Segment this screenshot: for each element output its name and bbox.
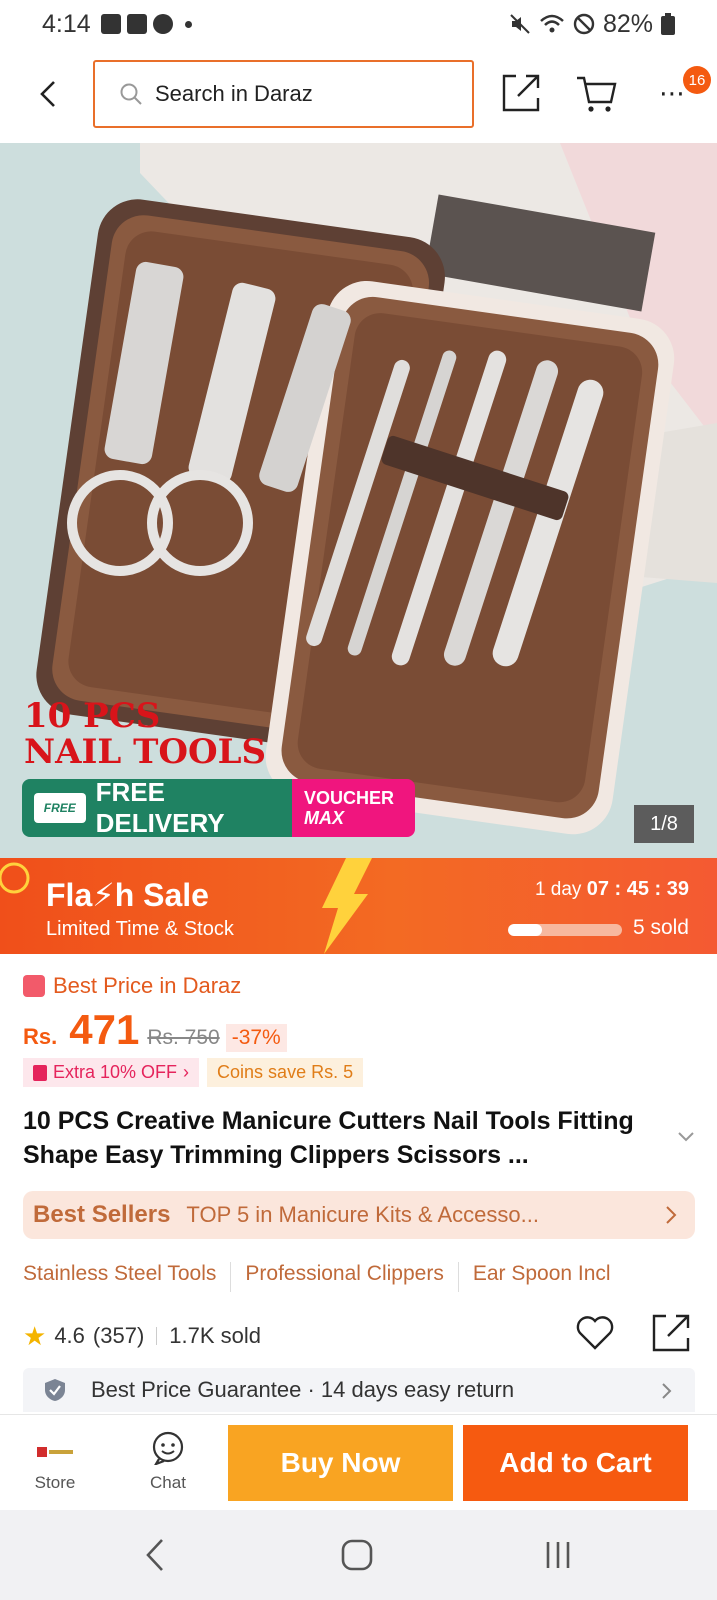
- price-currency: Rs.: [23, 1024, 58, 1049]
- share-icon[interactable]: [498, 70, 544, 116]
- guarantee-row[interactable]: Best Price Guarantee · 14 days easy retu…: [23, 1368, 695, 1412]
- chat-label: Chat: [150, 1473, 186, 1492]
- wifi-icon: [540, 14, 564, 33]
- voucher-max-badge: VOUCHER MAX: [292, 779, 415, 837]
- rating-count: (357): [92, 1323, 145, 1348]
- chevron-down-icon[interactable]: [676, 1130, 696, 1144]
- feature-tag[interactable]: Stainless Steel Tools: [23, 1262, 232, 1292]
- rating-score: 4.6: [54, 1323, 85, 1348]
- status-bar: 4:14 82%: [0, 0, 717, 48]
- extra-off-chip[interactable]: Extra 10% OFF ›: [23, 1058, 200, 1087]
- discount-badge: -37%: [225, 1024, 287, 1052]
- chevron-right-icon: [666, 1206, 677, 1224]
- best-price-tag: Best Price in Daraz: [23, 973, 241, 999]
- countdown-time: 07 : 45 : 39: [586, 878, 689, 900]
- divider: [156, 1327, 158, 1345]
- delivery-truck-icon: FREE: [34, 793, 86, 823]
- action-bar: Store Chat Buy Now Add to Cart: [0, 1414, 717, 1510]
- dnd-icon: [573, 13, 595, 35]
- voucher-icon: [33, 1064, 47, 1081]
- search-icon: [120, 83, 142, 105]
- wishlist-heart-icon[interactable]: [574, 1312, 616, 1354]
- caption-line-2: NAIL TOOLS: [24, 732, 267, 772]
- header: Search in Daraz ⋯ 16: [0, 48, 717, 140]
- best-sellers-rank: TOP 5 in Manicure Kits & Accesso...: [186, 1202, 539, 1227]
- store-button[interactable]: Store: [20, 1423, 90, 1503]
- sold-progress-fill: [508, 924, 543, 936]
- star-icon: ★: [23, 1320, 47, 1351]
- feature-tags: Stainless Steel Tools Professional Clipp…: [23, 1262, 695, 1292]
- free-delivery-label: FREE DELIVERY: [95, 779, 225, 837]
- image-counter: 1/8: [634, 805, 694, 843]
- cart-badge: 16: [683, 66, 711, 94]
- system-nav-bar: [0, 1510, 717, 1600]
- countdown-days: 1 day: [534, 879, 582, 900]
- buy-now-button[interactable]: Buy Now: [228, 1425, 453, 1501]
- alarm-clock-icon: [0, 862, 30, 894]
- gallery-icon: [100, 14, 121, 34]
- nav-home-icon[interactable]: [338, 1536, 378, 1574]
- snapchat-icon: [152, 14, 173, 34]
- free-delivery-banner: FREE FREE DELIVERY VOUCHER MAX: [22, 779, 415, 837]
- search-input[interactable]: Search in Daraz: [93, 60, 474, 128]
- extra-off-label: Extra 10% OFF: [53, 1062, 178, 1082]
- search-placeholder: Search in Daraz: [155, 81, 313, 106]
- flash-sale-title: Fla⚡h Sale: [46, 877, 209, 913]
- nav-recent-apps-icon[interactable]: [540, 1536, 580, 1574]
- screen: 4:14 82% Search in Daraz ⋯ 16 10 PCS NAI…: [0, 0, 717, 1600]
- voucher-max-label: MAX: [304, 808, 344, 828]
- battery-text: 82%: [602, 9, 653, 38]
- back-arrow-icon[interactable]: [30, 74, 70, 114]
- mute-icon: [510, 14, 530, 34]
- flash-sale-banner[interactable]: Fla⚡h Sale Limited Time & Stock 1 day 07…: [0, 858, 717, 954]
- flash-sale-countdown: 1 day 07 : 45 : 39: [535, 878, 689, 901]
- price-row: Rs. 471 Rs. 750 -37%: [23, 1006, 287, 1054]
- sold-progress-bar: [508, 924, 622, 936]
- share-icon[interactable]: [650, 1312, 692, 1354]
- original-price: Rs. 750: [147, 1026, 220, 1049]
- product-image-carousel[interactable]: 10 PCS NAIL TOOLS FREE FREE DELIVERY VOU…: [0, 143, 717, 858]
- flash-sale-subtitle: Limited Time & Stock: [46, 918, 234, 940]
- caption-line-1: 10 PCS: [24, 696, 161, 736]
- product-title: 10 PCS Creative Manicure Cutters Nail To…: [23, 1107, 634, 1169]
- chevron-right-icon: [662, 1383, 672, 1399]
- voucher-label: VOUCHER: [304, 788, 395, 808]
- battery-icon: [661, 13, 675, 35]
- status-time: 4:14: [42, 9, 91, 38]
- store-logo-icon: [37, 1447, 73, 1457]
- best-price-icon: [23, 975, 45, 997]
- best-sellers-banner[interactable]: Best Sellers TOP 5 in Manicure Kits & Ac…: [23, 1191, 695, 1239]
- feature-tag[interactable]: Professional Clippers: [245, 1262, 459, 1292]
- best-sellers-label: Best Sellers: [33, 1201, 171, 1228]
- more-notifications-icon: [184, 20, 192, 28]
- guarantee-text: Best Price Guarantee · 14 days easy retu…: [91, 1377, 515, 1402]
- chat-button[interactable]: Chat: [132, 1423, 204, 1503]
- chevron-right-icon: ›: [183, 1062, 190, 1082]
- promo-row: Extra 10% OFF › Coins save Rs. 5: [23, 1058, 364, 1087]
- best-price-label: Best Price in Daraz: [53, 973, 242, 998]
- chat-icon: [152, 1431, 184, 1465]
- coins-save-chip: Coins save Rs. 5: [207, 1058, 364, 1087]
- shield-check-icon: [45, 1379, 65, 1401]
- feature-tag[interactable]: Ear Spoon Incl: [473, 1262, 625, 1292]
- add-to-cart-button[interactable]: Add to Cart: [463, 1425, 688, 1501]
- lightning-bolt-icon: [322, 858, 372, 954]
- image-caption: 10 PCS NAIL TOOLS: [24, 698, 266, 770]
- nav-back-icon[interactable]: [140, 1536, 172, 1574]
- sold-total: 1.7K sold: [169, 1323, 261, 1348]
- sold-count: 5 sold: [632, 916, 689, 939]
- store-label: Store: [34, 1473, 76, 1492]
- notification-icons: [100, 14, 192, 34]
- cart-icon[interactable]: [574, 70, 620, 116]
- current-price: 471: [69, 1006, 140, 1053]
- app-icon: [126, 14, 147, 34]
